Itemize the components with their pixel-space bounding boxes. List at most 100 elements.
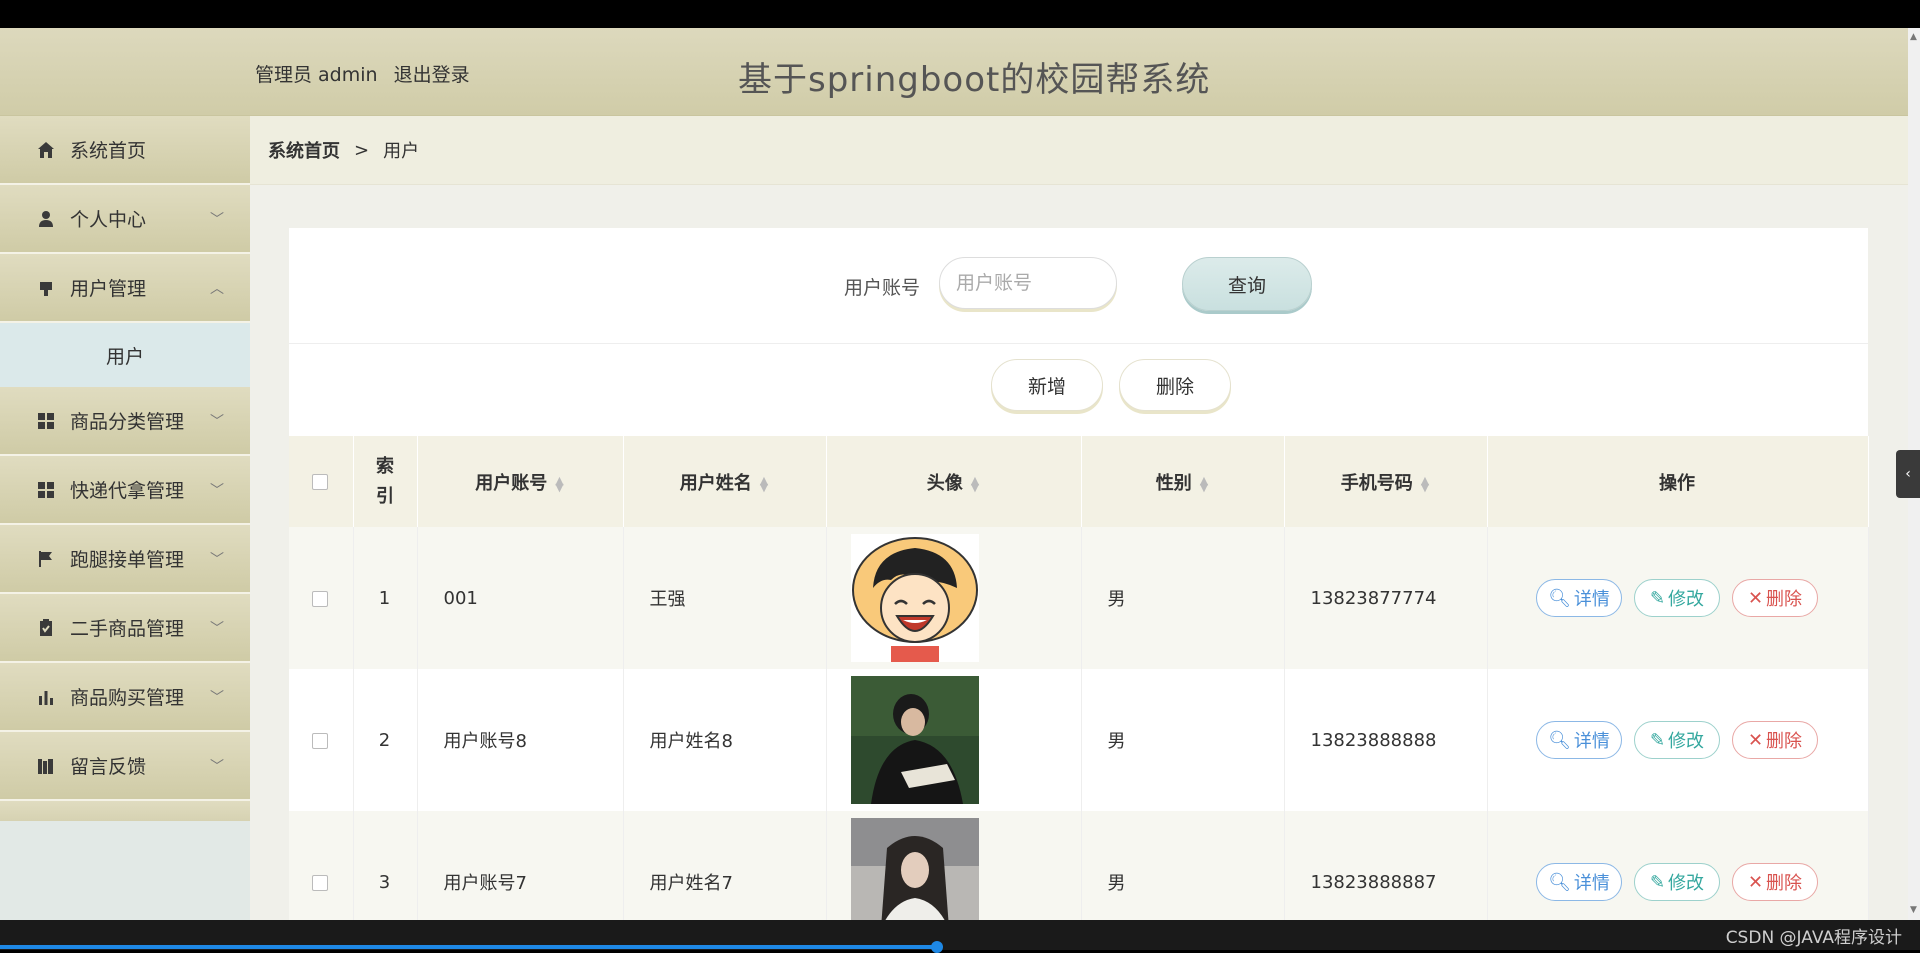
close-icon: ✕ [1747,729,1764,751]
row-checkbox[interactable] [312,590,329,607]
action-bar: 新增 删除 [289,344,1868,436]
search-icon: 🔍︎ [1548,587,1571,609]
detail-button[interactable]: 🔍︎ 详情 [1536,721,1622,759]
row-checkbox[interactable] [312,874,329,891]
logout-link[interactable]: 退出登录 [394,64,470,86]
cell-name: 王强 [623,527,827,669]
chevron-down-icon: ﹀ [210,621,224,637]
batch-delete-button[interactable]: 删除 [1119,359,1231,411]
column-header-phone[interactable]: 手机号码 ▲ ▼ [1284,436,1488,527]
sidebar-item-label: 商品购买管理 [70,687,185,709]
search-icon: 🔍︎ [1548,871,1571,893]
sidebar-item-secondhand-management[interactable]: 二手商品管理 ﹀ [0,594,250,663]
grid-icon [34,478,58,502]
cell-ops: 🔍︎ 详情 ✎ 修改 ✕ 删除 [1487,527,1869,669]
sidebar-item-express-management[interactable]: 快递代拿管理 ﹀ [0,456,250,525]
cell-account: 用户账号7 [417,811,624,920]
sidebar-item-label: 用户管理 [70,278,147,300]
video-progress-bar[interactable] [0,945,940,949]
sidebar-item-personal-center[interactable]: 个人中心 ﹀ [0,185,250,254]
edit-label: 修改 [1668,873,1705,894]
add-button[interactable]: 新增 [991,359,1103,411]
detail-label: 详情 [1573,731,1610,752]
video-top-bar [0,0,1920,28]
cell-avatar [826,669,1082,811]
clipboard-icon [34,616,58,640]
delete-button[interactable]: ✕ 删除 [1732,579,1818,617]
photo-reading-avatar [850,676,979,804]
user-management-icon [34,276,58,300]
edit-label: 修改 [1668,731,1705,752]
column-header-gender[interactable]: 性别 ▲ ▼ [1081,436,1285,527]
sidebar-item-label: 跑腿接单管理 [70,549,185,571]
cell-phone: 13823888888 [1284,669,1488,811]
chevron-left-icon: ‹ [1905,466,1911,482]
delete-label: 删除 [1766,731,1803,752]
edit-button[interactable]: ✎ 修改 [1634,579,1720,617]
detail-button[interactable]: 🔍︎ 详情 [1536,863,1622,901]
cell-avatar [826,811,1082,920]
sidebar-item-feedback[interactable]: 留言反馈 ﹀ [0,732,250,801]
column-header-avatar[interactable]: 头像 ▲ ▼ [826,436,1082,527]
sidebar-item-errand-management[interactable]: 跑腿接单管理 ﹀ [0,525,250,594]
row-checkbox[interactable] [312,732,329,749]
grid-icon [34,409,58,433]
column-header-label: 头像 [926,472,963,494]
edit-button[interactable]: ✎ 修改 [1634,721,1720,759]
query-button[interactable]: 查询 [1182,257,1312,311]
sidebar-item-label: 留言反馈 [70,756,147,778]
collapse-panel-button[interactable]: ‹ [1896,450,1920,498]
edit-label: 修改 [1668,589,1705,610]
cell-phone: 13823877774 [1284,527,1488,669]
breadcrumb: 系统首页 > 用户 [250,116,1908,185]
watermark: CSDN @JAVA程序设计 [1725,927,1902,948]
edit-button[interactable]: ✎ 修改 [1634,863,1720,901]
row-select-cell [289,669,354,811]
table-row: 3 用户账号7 用户姓名7 男 13823888887 🔍︎ 详情 ✎ 修改 ✕… [289,811,1869,920]
column-header-name[interactable]: 用户姓名 ▲ ▼ [623,436,827,527]
sidebar-item-user-management[interactable]: 用户管理 ︿ [0,254,250,323]
close-icon: ✕ [1747,871,1764,893]
sidebar: 系统首页 个人中心 ﹀ 用户管理 ︿ 用户 商品分类管理 ﹀ 快递代拿管理 ﹀ … [0,116,250,920]
pencil-icon: ✎ [1649,729,1666,751]
delete-label: 删除 [1766,873,1803,894]
sidebar-subitem-user[interactable]: 用户 [0,323,250,387]
sort-icon: ▲ ▼ [759,473,769,494]
column-header-ops: 操作 [1487,436,1869,527]
cell-index: 3 [353,811,418,920]
delete-button[interactable]: ✕ 删除 [1732,721,1818,759]
sidebar-item-category-management[interactable]: 商品分类管理 ﹀ [0,387,250,456]
video-progress-handle[interactable] [931,941,943,953]
sort-icon: ▲ ▼ [555,473,564,494]
column-header-account[interactable]: 用户账号 ▲ ▼ [417,436,624,527]
select-all-checkbox[interactable] [312,474,329,490]
cell-name: 用户姓名8 [623,669,827,811]
detail-button[interactable]: 🔍︎ 详情 [1536,579,1622,617]
sidebar-item-home[interactable]: 系统首页 [0,116,250,185]
row-select-cell [289,527,354,669]
detail-label: 详情 [1573,873,1610,894]
user-role-label: 管理员 admin [255,64,378,86]
cartoon-avatar [850,534,979,662]
sidebar-item-label: 个人中心 [70,209,147,231]
delete-button[interactable]: ✕ 删除 [1732,863,1818,901]
chevron-down-icon: ﹀ [210,552,224,568]
scroll-up-icon[interactable]: ▲ [1910,32,1917,42]
sort-icon: ▲ ▼ [1420,473,1430,494]
cell-gender: 男 [1081,527,1285,669]
search-input[interactable] [939,257,1117,309]
cell-index: 2 [353,669,418,811]
breadcrumb-current: 用户 [383,141,420,162]
breadcrumb-home[interactable]: 系统首页 [268,137,340,163]
main-content: 系统首页 > 用户 用户账号 查询 新增 删除 索 [250,116,1908,920]
table-header-row: 索引 用户账号 ▲ ▼ 用户姓名 ▲ ▼ 头像 ▲ ▼ 性别 ▲ ▼ 手机号码 ▲ ▼ 操作 [289,436,1869,527]
page-title: 基于springboot的校园帮系统 [738,60,1211,100]
row-actions: 🔍︎ 详情 ✎ 修改 ✕ 删除 [1488,579,1867,617]
sidebar-item-purchase-management[interactable]: 商品购买管理 ﹀ [0,663,250,732]
user-table: 索引 用户账号 ▲ ▼ 用户姓名 ▲ ▼ 头像 ▲ ▼ 性别 ▲ ▼ 手机号码 ▲ ▼ 操作 1 0… [289,436,1869,920]
cell-ops: 🔍︎ 详情 ✎ 修改 ✕ 删除 [1487,669,1869,811]
scroll-down-icon[interactable]: ▼ [1910,905,1917,915]
photo-girl-avatar [850,818,979,920]
sidebar-item-label: 商品分类管理 [70,411,185,433]
content-panel: 用户账号 查询 新增 删除 索引 用户账号 ▲▼ 用户姓名 ▲▼ [289,228,1869,920]
